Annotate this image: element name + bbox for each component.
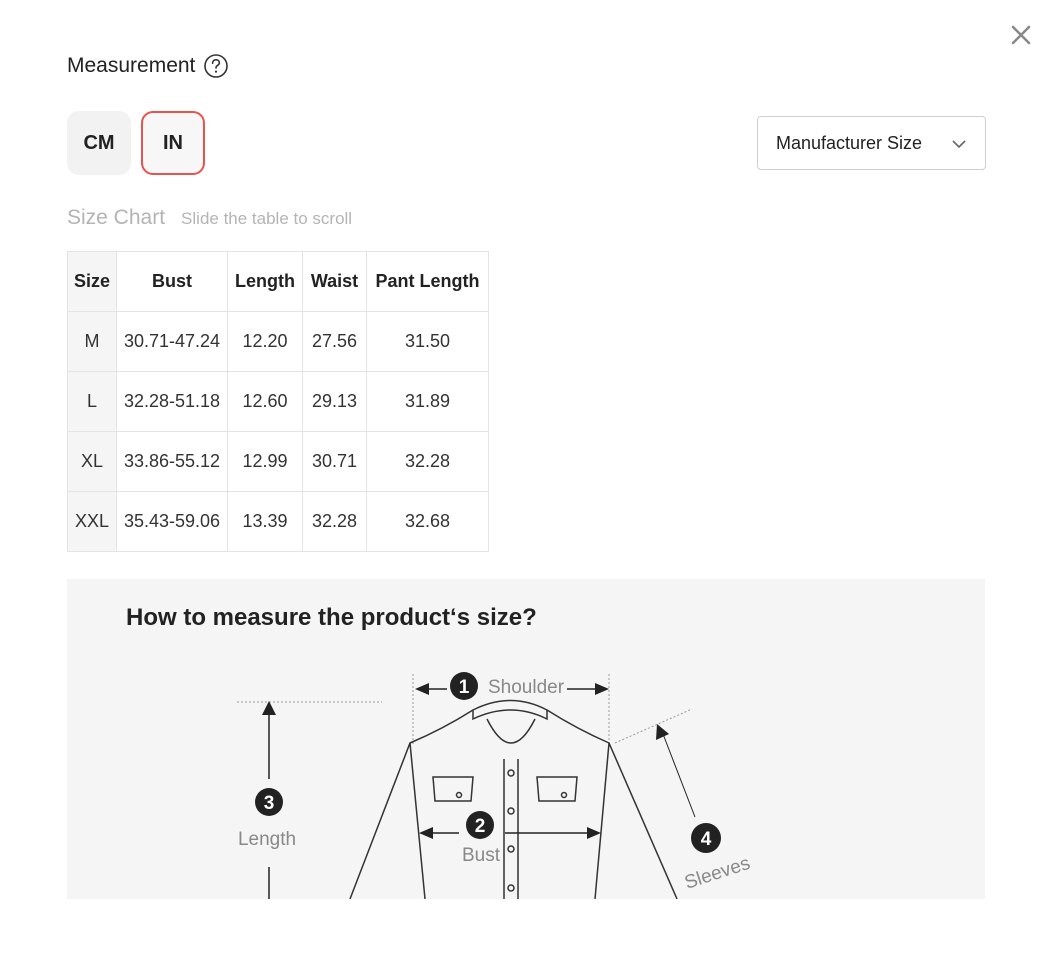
measurement-diagram: How to measure the product‘s size? 3 Len… [126,604,753,899]
sleeves-badge: 4 [691,823,721,853]
table-cell: 12.20 [227,311,303,372]
length-label: Length [238,829,296,850]
table-cell: 29.13 [302,371,367,432]
column-header-waist: Waist [302,251,367,312]
table-cell: 30.71 [302,431,367,492]
size-table[interactable]: Size Bust Length Waist Pant Length M 30.… [67,251,489,552]
size-type-value: Manufacturer Size [776,132,923,153]
svg-text:2: 2 [475,816,486,837]
size-chart-title: Size Chart [67,206,166,229]
chevron-down-icon [952,140,966,149]
table-cell: 12.99 [227,431,303,492]
close-icon [1011,25,1031,45]
shirt-illustration [349,699,678,899]
table-cell: XL [67,431,117,492]
table-cell: 27.56 [302,311,367,372]
table-cell: 31.89 [366,371,489,432]
table-cell: XXL [67,491,117,552]
column-header-bust: Bust [116,251,228,312]
svg-text:4: 4 [701,829,712,850]
bust-badge: 2 [466,811,494,839]
table-row: XL 33.86-55.12 12.99 30.71 32.28 [67,431,489,492]
table-cell: 32.28-51.18 [116,371,228,432]
dialog-header: Measurement [67,53,229,79]
sleeves-label: Sleeves [682,853,753,894]
table-cell: 30.71-47.24 [116,311,228,372]
table-cell: 13.39 [227,491,303,552]
unit-cm-button[interactable]: CM [67,111,131,175]
size-chart-heading: Size Chart Slide the table to scroll [67,206,352,230]
unit-in-label: IN [163,131,183,154]
size-chart-hint: Slide the table to scroll [181,209,353,228]
table-row: L 32.28-51.18 12.60 29.13 31.89 [67,371,489,432]
shoulder-label: Shoulder [488,677,565,698]
table-cell: 32.28 [366,431,489,492]
table-row: M 30.71-47.24 12.20 27.56 31.50 [67,311,489,372]
shoulder-badge: 1 [450,672,478,700]
question-circle-icon[interactable] [203,53,229,79]
table-cell: M [67,311,117,372]
table-cell: 35.43-59.06 [116,491,228,552]
measurement-guide: How to measure the product‘s size? 3 Len… [67,579,985,899]
column-header-size: Size [67,251,117,312]
table-cell: 33.86-55.12 [116,431,228,492]
bust-label: Bust [462,845,501,866]
svg-text:3: 3 [264,793,275,814]
dialog-title: Measurement [67,54,196,77]
size-type-select[interactable]: Manufacturer Size [757,116,986,170]
table-header-row: Size Bust Length Waist Pant Length [67,251,489,312]
table-row: XXL 35.43-59.06 13.39 32.28 32.68 [67,491,489,552]
svg-text:1: 1 [459,677,470,698]
table-cell: 31.50 [366,311,489,372]
length-badge: 3 [255,788,283,816]
table-cell: L [67,371,117,432]
table-cell: 32.28 [302,491,367,552]
guide-title: How to measure the product‘s size? [126,604,537,631]
table-cell: 32.68 [366,491,489,552]
unit-cm-label: CM [83,131,115,154]
close-button[interactable] [1008,22,1034,48]
column-header-length: Length [227,251,303,312]
unit-in-button[interactable]: IN [141,111,205,175]
table-cell: 12.60 [227,371,303,432]
column-header-pant-length: Pant Length [366,251,489,312]
